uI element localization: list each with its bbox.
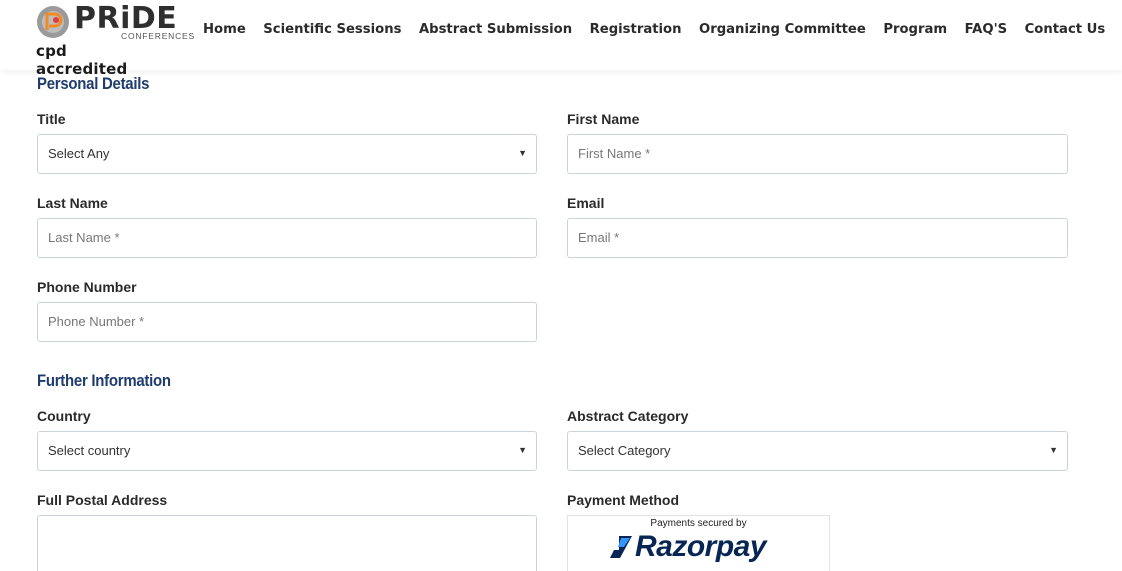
site-header: PRiDE CONFERENCES cpd accredited Home Sc… xyxy=(0,0,1122,79)
phone-input[interactable] xyxy=(48,303,506,341)
postal-address-label: Full Postal Address xyxy=(37,492,168,508)
email-label: Email xyxy=(567,195,605,211)
last-name-input[interactable] xyxy=(48,219,506,257)
postal-address-textarea[interactable] xyxy=(37,515,537,571)
country-select-value: Select country xyxy=(48,443,131,458)
dropdown-arrow-icon: ▼ xyxy=(1049,445,1058,455)
logo-tagline: cpd accredited xyxy=(36,42,128,78)
last-name-field[interactable] xyxy=(37,218,537,258)
abstract-category-select-value: Select Category xyxy=(578,443,671,458)
email-input[interactable] xyxy=(578,219,1037,257)
razorpay-logo: Razorpay xyxy=(610,530,767,564)
dropdown-arrow-icon: ▼ xyxy=(518,445,527,455)
nav-program[interactable]: Program xyxy=(883,19,947,41)
country-select[interactable]: Select country ▼ xyxy=(37,431,537,471)
logo-sub: CONFERENCES xyxy=(121,31,195,41)
title-label: Title xyxy=(37,111,66,127)
site-logo[interactable]: PRiDE CONFERENCES cpd accredited xyxy=(36,2,194,79)
abstract-category-label: Abstract Category xyxy=(567,408,689,424)
personal-details-heading: Personal Details xyxy=(37,74,150,93)
nav-faqs[interactable]: FAQ'S xyxy=(965,19,1007,41)
razorpay-payment-option[interactable]: Payments secured by Razorpay xyxy=(567,515,830,571)
abstract-category-select[interactable]: Select Category ▼ xyxy=(567,431,1068,471)
title-select[interactable]: Select Any ▼ xyxy=(37,134,537,174)
dropdown-arrow-icon: ▼ xyxy=(518,148,527,158)
razorpay-name: Razorpay xyxy=(635,530,767,563)
nav-abstract-submission[interactable]: Abstract Submission xyxy=(419,19,572,41)
phone-field[interactable] xyxy=(37,302,537,342)
first-name-field[interactable] xyxy=(567,134,1068,174)
payment-method-label: Payment Method xyxy=(567,492,680,508)
nav-registration[interactable]: Registration xyxy=(590,19,682,41)
country-label: Country xyxy=(37,408,91,424)
main-nav: Home Scientific Sessions Abstract Submis… xyxy=(203,19,1122,41)
nav-home[interactable]: Home xyxy=(203,19,246,41)
nav-organizing-committee[interactable]: Organizing Committee xyxy=(699,19,866,41)
email-field[interactable] xyxy=(567,218,1068,258)
phone-label: Phone Number xyxy=(37,279,137,295)
further-information-heading: Further Information xyxy=(37,371,171,390)
nav-scientific-sessions[interactable]: Scientific Sessions xyxy=(263,19,401,41)
payments-secured-text: Payments secured by xyxy=(650,518,747,529)
first-name-label: First Name xyxy=(567,111,640,127)
last-name-label: Last Name xyxy=(37,195,108,211)
razorpay-logo-icon xyxy=(610,536,632,558)
first-name-input[interactable] xyxy=(578,135,1037,173)
title-select-value: Select Any xyxy=(48,146,110,161)
pride-logo-icon xyxy=(37,6,69,38)
nav-contact-us[interactable]: Contact Us xyxy=(1025,19,1106,41)
